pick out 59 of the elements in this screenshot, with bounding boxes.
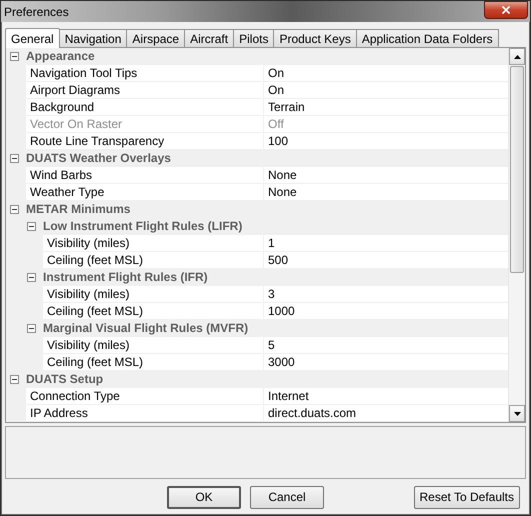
property-value[interactable]: None (264, 167, 508, 184)
category-label: Low Instrument Flight Rules (LIFR) (43, 218, 242, 235)
property-name[interactable]: Ceiling (feet MSL) (43, 252, 264, 269)
scrollbar[interactable] (508, 48, 525, 422)
property-value[interactable]: 3000 (264, 354, 508, 371)
reset-button[interactable]: Reset To Defaults (414, 486, 520, 508)
property-name[interactable]: Airport Diagrams (26, 82, 264, 99)
property-value[interactable]: 100 (264, 133, 508, 150)
tab[interactable]: General (5, 28, 60, 48)
collapse-icon[interactable] (27, 222, 36, 230)
property-name[interactable]: IP Address (26, 405, 264, 422)
property-name[interactable]: Background (26, 99, 264, 116)
tab[interactable]: Navigation (58, 29, 128, 47)
tab[interactable]: Pilots (233, 29, 274, 47)
category-label: Marginal Visual Flight Rules (MVFR) (43, 320, 248, 337)
property-name[interactable]: Wind Barbs (26, 167, 264, 184)
tab[interactable]: Airspace (126, 29, 186, 47)
property-name[interactable]: Ceiling (feet MSL) (43, 354, 264, 371)
property-value[interactable]: 1 (264, 235, 508, 252)
close-icon (500, 4, 512, 16)
scroll-up-icon[interactable] (509, 48, 525, 65)
scroll-down-icon[interactable] (509, 405, 525, 422)
property-value[interactable]: 1000 (264, 303, 508, 320)
property-value[interactable]: 5 (264, 337, 508, 354)
property-name[interactable]: Visibility (miles) (43, 235, 264, 252)
property-value[interactable]: 3 (264, 286, 508, 303)
category-label: DUATS Setup (26, 371, 104, 388)
ok-button[interactable]: OK (167, 486, 241, 508)
property-name[interactable]: Visibility (miles) (43, 337, 264, 354)
scroll-thumb[interactable] (510, 66, 524, 273)
tab[interactable]: Application Data Folders (356, 29, 499, 47)
property-name[interactable]: Connection Type (26, 388, 264, 405)
property-name[interactable]: Weather Type (26, 184, 264, 201)
collapse-icon[interactable] (10, 52, 19, 60)
property-value[interactable]: direct.duats.com (264, 405, 508, 422)
window-title: Preferences (4, 4, 69, 21)
collapse-icon[interactable] (27, 272, 36, 282)
category-label: Instrument Flight Rules (IFR) (43, 269, 208, 286)
property-name[interactable]: Ceiling (feet MSL) (43, 303, 264, 320)
property-value[interactable]: On (264, 65, 508, 82)
property-value[interactable]: None (264, 184, 508, 201)
property-value[interactable]: On (264, 82, 508, 99)
category-label: METAR Minimums (26, 201, 130, 218)
category-label: Appearance (26, 48, 95, 65)
tab[interactable]: Product Keys (273, 29, 357, 47)
collapse-icon[interactable] (10, 154, 19, 162)
property-value[interactable]: Internet (264, 388, 508, 405)
property-value[interactable]: Terrain (264, 99, 508, 116)
cancel-button[interactable]: Cancel (250, 486, 324, 508)
collapse-icon[interactable] (10, 204, 19, 214)
property-value[interactable]: 500 (264, 252, 508, 269)
tab[interactable]: Aircraft (184, 29, 234, 47)
property-name[interactable]: Route Line Transparency (26, 133, 264, 150)
close-button[interactable] (484, 1, 528, 19)
collapse-icon[interactable] (27, 324, 36, 332)
collapse-icon[interactable] (10, 374, 19, 384)
category-label: DUATS Weather Overlays (26, 150, 171, 167)
property-name[interactable]: Navigation Tool Tips (26, 65, 264, 82)
property-name[interactable]: Visibility (miles) (43, 286, 264, 303)
